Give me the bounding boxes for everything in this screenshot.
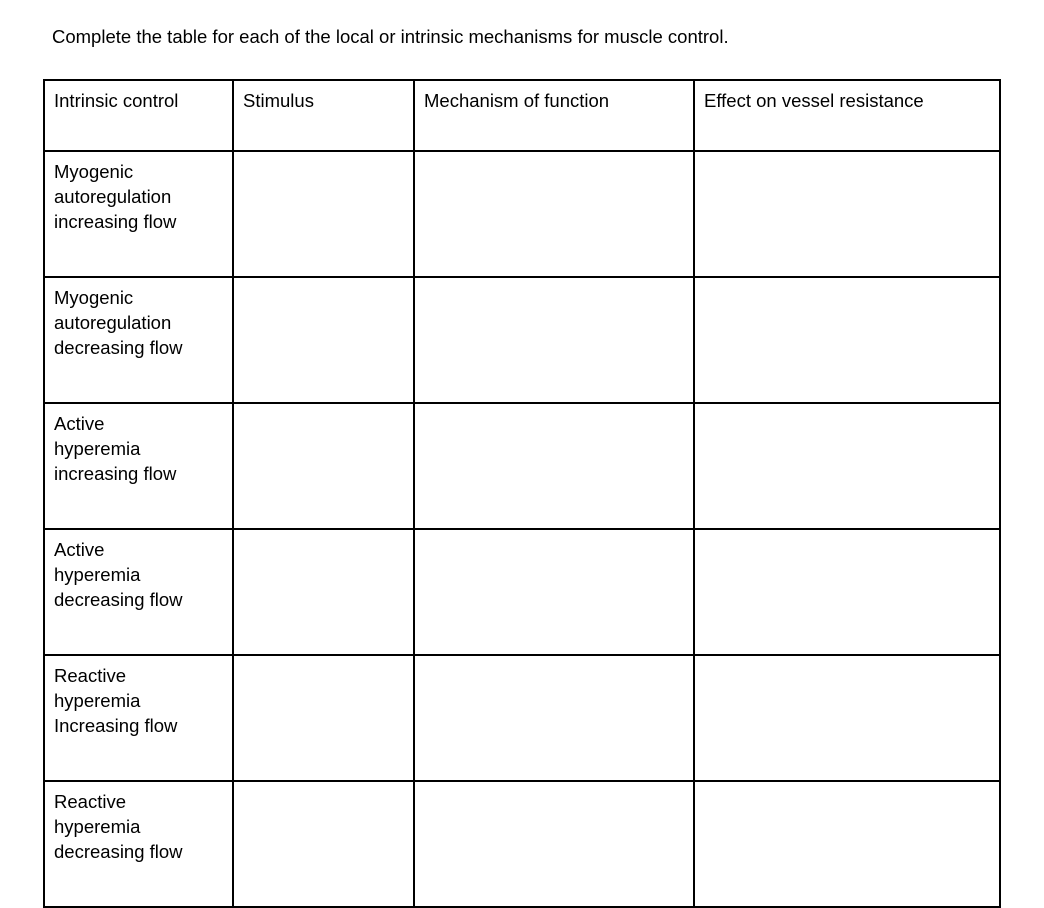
answer-field[interactable] [424, 411, 693, 412]
column-header-mechanism-of-function: Mechanism of function [413, 79, 695, 152]
column-header-label: Intrinsic control [54, 90, 179, 111]
row-label: Myogenic autoregulation increasing flow [54, 161, 177, 232]
table-row: Active hyperemia decreasing flow [43, 528, 1001, 656]
cell-intrinsic-control: Active hyperemia decreasing flow [43, 528, 234, 656]
cell-effect-on-vessel-resistance[interactable] [693, 276, 1001, 404]
worksheet-page: Complete the table for each of the local… [0, 0, 1044, 908]
column-header-stimulus: Stimulus [232, 79, 415, 152]
answer-field[interactable] [243, 411, 413, 412]
cell-stimulus[interactable] [232, 780, 415, 908]
question-prompt: Complete the table for each of the local… [52, 26, 729, 47]
table-row: Myogenic autoregulation decreasing flow [43, 276, 1001, 404]
cell-effect-on-vessel-resistance[interactable] [693, 780, 1001, 908]
answer-field[interactable] [243, 537, 413, 538]
answer-field[interactable] [704, 789, 999, 790]
answer-field[interactable] [243, 663, 413, 664]
cell-intrinsic-control: Reactive hyperemia decreasing flow [43, 780, 234, 908]
row-label: Myogenic autoregulation decreasing flow [54, 287, 183, 358]
column-header-intrinsic-control: Intrinsic control [43, 79, 234, 152]
row-label: Reactive hyperemia decreasing flow [54, 791, 183, 862]
table-row: Active hyperemia increasing flow [43, 402, 1001, 530]
answer-field[interactable] [704, 159, 999, 160]
column-header-effect-on-vessel-resistance: Effect on vessel resistance [693, 79, 1001, 152]
cell-stimulus[interactable] [232, 402, 415, 530]
intrinsic-mechanisms-table: Intrinsic control Stimulus Mechanism of … [43, 79, 1001, 908]
cell-intrinsic-control: Myogenic autoregulation increasing flow [43, 150, 234, 278]
row-label: Active hyperemia decreasing flow [54, 539, 183, 610]
answer-field[interactable] [243, 159, 413, 160]
column-header-label: Effect on vessel resistance [704, 90, 924, 111]
cell-mechanism-of-function[interactable] [413, 150, 695, 278]
answer-field[interactable] [424, 537, 693, 538]
cell-intrinsic-control: Active hyperemia increasing flow [43, 402, 234, 530]
table-row: Reactive hyperemia Increasing flow [43, 654, 1001, 782]
column-header-label: Mechanism of function [424, 90, 610, 111]
cell-intrinsic-control: Myogenic autoregulation decreasing flow [43, 276, 234, 404]
answer-field[interactable] [704, 537, 999, 538]
table-row: Myogenic autoregulation increasing flow [43, 150, 1001, 278]
answer-field[interactable] [243, 789, 413, 790]
cell-stimulus[interactable] [232, 528, 415, 656]
cell-effect-on-vessel-resistance[interactable] [693, 150, 1001, 278]
answer-field[interactable] [424, 663, 693, 664]
cell-effect-on-vessel-resistance[interactable] [693, 528, 1001, 656]
cell-stimulus[interactable] [232, 276, 415, 404]
answer-field[interactable] [704, 663, 999, 664]
column-header-label: Stimulus [243, 90, 314, 111]
cell-intrinsic-control: Reactive hyperemia Increasing flow [43, 654, 234, 782]
table-header-row: Intrinsic control Stimulus Mechanism of … [43, 79, 1001, 152]
table-header: Intrinsic control Stimulus Mechanism of … [43, 79, 1001, 152]
answer-field[interactable] [424, 789, 693, 790]
cell-stimulus[interactable] [232, 150, 415, 278]
answer-field[interactable] [704, 285, 999, 286]
row-label: Active hyperemia increasing flow [54, 413, 177, 484]
cell-mechanism-of-function[interactable] [413, 780, 695, 908]
cell-mechanism-of-function[interactable] [413, 528, 695, 656]
answer-field[interactable] [704, 411, 999, 412]
cell-effect-on-vessel-resistance[interactable] [693, 402, 1001, 530]
table-body: Myogenic autoregulation increasing flow … [43, 150, 1001, 908]
answer-field[interactable] [424, 285, 693, 286]
row-label: Reactive hyperemia Increasing flow [54, 665, 178, 736]
answer-field[interactable] [243, 285, 413, 286]
cell-mechanism-of-function[interactable] [413, 654, 695, 782]
worksheet-table-container: Intrinsic control Stimulus Mechanism of … [43, 79, 1001, 908]
answer-field[interactable] [424, 159, 693, 160]
cell-mechanism-of-function[interactable] [413, 402, 695, 530]
cell-stimulus[interactable] [232, 654, 415, 782]
table-row: Reactive hyperemia decreasing flow [43, 780, 1001, 908]
cell-mechanism-of-function[interactable] [413, 276, 695, 404]
cell-effect-on-vessel-resistance[interactable] [693, 654, 1001, 782]
